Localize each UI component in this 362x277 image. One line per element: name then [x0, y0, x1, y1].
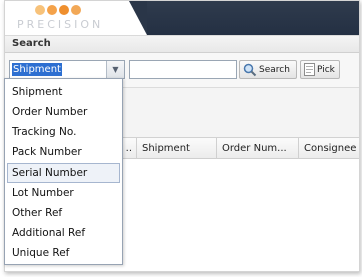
search-type-select[interactable]: Shipment ▼	[9, 60, 125, 79]
magnifier-icon	[243, 63, 257, 76]
column-header-shipment[interactable]: Shipment	[137, 138, 217, 159]
app-header: PRECISION	[5, 1, 359, 35]
dropdown-option-shipment[interactable]: Shipment	[7, 82, 120, 102]
document-icon	[304, 63, 315, 76]
dropdown-option-additional-ref[interactable]: Additional Ref	[7, 223, 120, 243]
pick-button[interactable]: Pick	[300, 60, 340, 79]
dropdown-option-lot-number[interactable]: Lot Number	[7, 183, 120, 203]
search-section-title: Search	[5, 35, 359, 53]
dropdown-option-other-ref[interactable]: Other Ref	[7, 203, 120, 223]
section-title-text: Search	[12, 38, 51, 49]
header-dark-bar	[129, 1, 359, 35]
dropdown-option-order-number[interactable]: Order Number	[7, 102, 120, 122]
search-type-dropdown: Shipment Order Number Tracking No. Pack …	[4, 78, 123, 265]
column-header-order-number-label: Order Num...	[222, 143, 287, 154]
precision-logo: PRECISION	[17, 5, 127, 33]
logo-dots	[35, 5, 81, 17]
dropdown-option-unique-ref[interactable]: Unique Ref	[7, 243, 120, 263]
column-header-consignee-label: Consignee	[304, 143, 357, 154]
dropdown-option-serial-number[interactable]: Serial Number	[7, 163, 120, 183]
dropdown-option-pack-number[interactable]: Pack Number	[7, 142, 120, 162]
column-header-order-number[interactable]: Order Num...	[217, 138, 299, 159]
column-header-shipment-label: Shipment	[142, 143, 190, 154]
search-button[interactable]: Search	[239, 60, 297, 79]
search-button-label: Search	[259, 64, 290, 75]
search-input[interactable]	[129, 60, 237, 79]
logo-text: PRECISION	[17, 18, 104, 31]
search-type-value: Shipment	[12, 63, 62, 76]
dropdown-option-tracking-no[interactable]: Tracking No.	[7, 122, 120, 142]
pick-button-label: Pick	[317, 64, 335, 75]
column-header-first-label: ..	[125, 143, 132, 154]
chevron-down-icon[interactable]: ▼	[106, 61, 124, 78]
column-header-consignee[interactable]: Consignee	[299, 138, 359, 159]
